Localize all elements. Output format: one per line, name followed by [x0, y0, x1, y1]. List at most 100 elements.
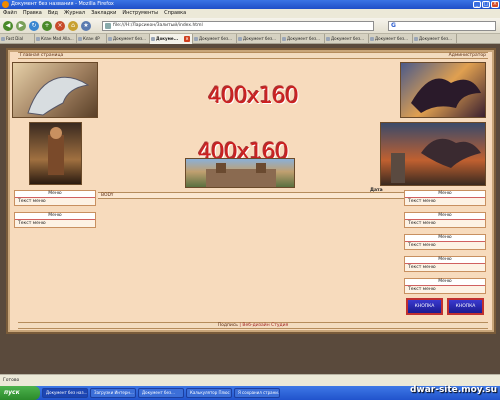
search-input[interactable]: G — [388, 21, 496, 31]
menu-title: Меню — [405, 235, 485, 242]
url-input[interactable]: file:///H:/Ларсикон/Залитый/index.html — [102, 21, 374, 31]
page-icon — [105, 23, 111, 29]
tab-label: Клан Mad Alla... — [41, 36, 74, 41]
menu-link[interactable]: Текст меню — [405, 264, 485, 271]
menu-title: Меню — [15, 213, 95, 220]
footer-ribbon: Подпись | Веб-дизайн Студия — [18, 322, 488, 329]
firefox-icon — [2, 1, 9, 8]
tab-document-active[interactable]: Докуме... × — [150, 34, 193, 44]
taskbar-item[interactable]: Загрузки Интерн... — [90, 388, 136, 398]
menu-title: Меню — [405, 191, 485, 198]
menu-link[interactable]: Текст меню — [405, 242, 485, 249]
admin-link[interactable]: Администратор — [449, 53, 486, 58]
menu-bookmarks[interactable]: Закладки — [91, 9, 116, 18]
taskbar-item[interactable]: Документ без наз... — [42, 388, 88, 398]
tab-document[interactable]: Документ без... — [193, 34, 237, 44]
google-icon: G — [391, 22, 396, 29]
nav-toolbar: ◀ ▶ ↻ + × ⌂ ★ file:///H:/Ларсикон/Залиты… — [0, 18, 500, 34]
tab-document[interactable]: Документ без... — [237, 34, 281, 44]
watermark: dwar-site.moy.su — [409, 385, 497, 395]
banner-placeholder: 400x160 — [208, 84, 299, 109]
castle-image — [185, 158, 295, 188]
tab-klan-4p[interactable]: Клан 4Р — [77, 34, 107, 44]
menu-title: Меню — [405, 213, 485, 220]
reload-icon[interactable]: ↻ — [29, 21, 39, 31]
battle-image — [380, 122, 486, 186]
left-menu-box: Меню Текст меню — [14, 212, 96, 228]
title-bar: Документ без названия - Mozilla Firefox … — [0, 0, 500, 9]
menu-bar: Файл Правка Вид Журнал Закладки Инструме… — [0, 9, 500, 18]
promo-button[interactable]: КНОПКА — [447, 298, 484, 315]
stop-icon[interactable]: × — [55, 21, 65, 31]
castle-icon — [206, 163, 276, 187]
browser-window: Документ без названия - Mozilla Firefox … — [0, 0, 500, 400]
tab-label: Документ без... — [419, 36, 452, 41]
menu-view[interactable]: Вид — [48, 9, 58, 18]
menu-title: Меню — [405, 279, 485, 286]
dark-dragon-image — [400, 62, 486, 118]
promo-button[interactable]: КНОПКА — [406, 298, 443, 315]
add-icon[interactable]: + — [42, 21, 52, 31]
start-button[interactable]: пуск — [0, 386, 40, 400]
menu-help[interactable]: Справка — [164, 9, 186, 18]
body-label: BODY — [101, 193, 114, 198]
close-button[interactable]: × — [491, 1, 499, 8]
home-link[interactable]: Главная страница — [20, 53, 63, 58]
tab-label: Документ без... — [243, 36, 276, 41]
tab-label: Докуме... — [156, 36, 179, 41]
left-menu-box: Меню Текст меню — [14, 190, 96, 206]
taskbar-item[interactable]: Калькулятор Плюс — [186, 388, 232, 398]
tab-label: Документ без... — [199, 36, 232, 41]
menu-edit[interactable]: Правка — [23, 9, 42, 18]
tab-bar: Fast Dial Клан Mad Alla... Клан 4Р Докум… — [0, 34, 500, 44]
tab-mad-alla[interactable]: Клан Mad Alla... — [35, 34, 77, 44]
tab-label: Клан 4Р — [83, 36, 100, 41]
menu-history[interactable]: Журнал — [64, 9, 85, 18]
battle-icon — [391, 138, 481, 183]
header-ribbon: Главная страница Администратор — [18, 52, 488, 59]
menu-link[interactable]: Текст меню — [405, 286, 485, 293]
date-label: Дата — [370, 188, 383, 193]
menu-link[interactable]: Текст меню — [15, 198, 95, 205]
footer-signature: Подпись — [217, 323, 238, 328]
tab-label: Документ без... — [375, 36, 408, 41]
tab-document[interactable]: Документ без... — [107, 34, 150, 44]
status-text: Готово — [3, 378, 20, 383]
right-menu-box: Меню Текст меню — [404, 278, 486, 294]
right-menu-box: Меню Текст меню — [404, 190, 486, 206]
menu-file[interactable]: Файл — [3, 9, 17, 18]
tab-label: Документ без... — [113, 36, 146, 41]
knight-image — [29, 122, 82, 185]
minimize-button[interactable]: _ — [473, 1, 481, 8]
page-frame: Главная страница Администратор 400x160 4… — [8, 50, 494, 332]
menu-tools[interactable]: Инструменты — [122, 9, 158, 18]
bookmark-icon[interactable]: ★ — [81, 21, 91, 31]
right-menu-box: Меню Текст меню — [404, 234, 486, 250]
forward-icon[interactable]: ▶ — [16, 21, 26, 31]
dark-dragon-icon — [411, 78, 481, 113]
tab-label: Документ без... — [331, 36, 364, 41]
tab-document[interactable]: Документ без... — [325, 34, 369, 44]
menu-link[interactable]: Текст меню — [405, 198, 485, 205]
menu-link[interactable]: Текст меню — [15, 220, 95, 227]
tab-document[interactable]: Документ без... — [281, 34, 325, 44]
knight-icon — [48, 127, 64, 175]
tab-document[interactable]: Документ без... — [369, 34, 413, 44]
url-text: file:///H:/Ларсикон/Залитый/index.html — [113, 23, 203, 28]
right-menu-box: Меню Текст меню — [404, 256, 486, 272]
taskbar-item[interactable]: Я сохранил страни... — [234, 388, 280, 398]
dragon-icon — [27, 76, 90, 116]
tab-close-icon[interactable]: × — [184, 36, 190, 42]
home-icon[interactable]: ⌂ — [68, 21, 78, 31]
window-title: Документ без названия - Mozilla Firefox — [11, 1, 114, 7]
menu-title: Меню — [405, 257, 485, 264]
tab-document[interactable]: Документ без... — [413, 34, 457, 44]
footer-design-link[interactable]: Веб-дизайн Студия — [242, 323, 288, 328]
taskbar-item[interactable]: Документ без... — [138, 388, 184, 398]
maximize-button[interactable]: □ — [482, 1, 490, 8]
tab-label: Fast Dial — [6, 36, 24, 41]
menu-link[interactable]: Текст меню — [405, 220, 485, 227]
tab-fast-dial[interactable]: Fast Dial — [0, 34, 35, 44]
back-icon[interactable]: ◀ — [3, 21, 13, 31]
dragon-image — [12, 62, 98, 118]
